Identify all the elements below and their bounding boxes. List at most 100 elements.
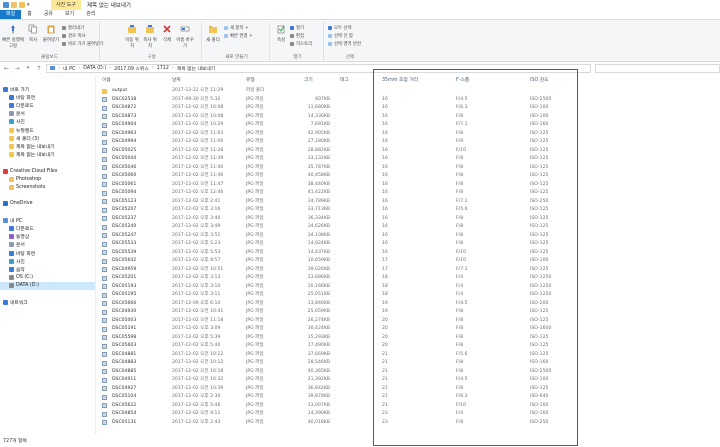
column-header-size[interactable]: 크기 [304, 76, 313, 84]
nav-item[interactable]: 동영상 [0, 233, 29, 241]
breadcrumb-item[interactable]: DATA (D:) [83, 66, 106, 71]
new-folder-icon[interactable] [19, 2, 25, 8]
paste-shortcut-button[interactable]: 바로 가기 붙여넣기 [62, 41, 103, 47]
forward-icon[interactable]: → [14, 65, 21, 72]
nav-item[interactable]: 음악 [0, 265, 25, 273]
cell-name: DSC05046 [112, 164, 137, 170]
cell-type: JPG 파일 [246, 241, 264, 246]
breadcrumb-separator-icon: › [151, 65, 154, 71]
select-none-button[interactable]: 선택 안 함 [328, 33, 353, 39]
breadcrumb-item[interactable]: 1712 [157, 66, 169, 71]
nav-item[interactable]: 바로 가기 [0, 85, 29, 93]
nav-item[interactable]: 뉴질랜드 [0, 126, 34, 134]
cell-name: DSC04885 [112, 368, 137, 374]
picture-icon [9, 119, 14, 125]
cell-date: 2017-12-02 오후 2:43 [172, 419, 221, 425]
jpg-file-icon [102, 105, 107, 111]
tab-manage[interactable]: 관리 [80, 10, 101, 19]
new-item-button[interactable]: 새 항목 ▾ [224, 25, 248, 31]
cell-type: JPG 파일 [246, 419, 264, 425]
jpg-file-icon [102, 394, 107, 400]
tab-share[interactable]: 공유 [38, 10, 59, 19]
nav-item[interactable]: 다운로드 [0, 101, 34, 109]
column-header-tags[interactable]: 태그 [340, 76, 349, 84]
up-icon[interactable]: ↑ [35, 65, 42, 72]
properties-button[interactable]: 속성 [274, 24, 288, 43]
tab-home[interactable]: 홈 [21, 10, 38, 19]
select-group-label: 선택 [345, 55, 355, 60]
cell-type: JPG 파일 [246, 224, 264, 229]
nav-item-label: Photoshop [16, 176, 42, 182]
breadcrumb-item[interactable]: 내 PC [63, 65, 75, 72]
pc-icon [50, 66, 56, 70]
breadcrumb-item[interactable]: 제목 없는 내보내기 [177, 65, 215, 72]
cell-date: 2017-12-02 오전 11:40 [172, 164, 224, 170]
history-button[interactable]: 히스토리 [290, 41, 312, 47]
nav-item[interactable]: 다운로드 [0, 224, 34, 232]
column-header-name[interactable]: 이름 [102, 76, 111, 84]
open-group: 속성 열기 편집 히스토리 열기 [272, 22, 324, 61]
new-item-icon [224, 26, 228, 30]
move-to-button[interactable]: 이동 위치 [124, 24, 140, 49]
cell-date: 2017-12-02 오전 11:03 [172, 130, 224, 136]
nav-item[interactable]: 제목 없는 내보내기 [0, 151, 54, 159]
cell-date: 2017-12-02 오전 10:51 [172, 266, 224, 272]
recent-locations-icon[interactable]: ▾ [25, 65, 32, 71]
jpg-file-icon [102, 420, 107, 425]
nav-item[interactable]: 사진 [0, 257, 25, 265]
open-group-label: 열기 [293, 55, 302, 60]
search-input[interactable] [595, 63, 720, 73]
cell-size: 24,789KB [307, 198, 330, 204]
column-header-date[interactable]: 날짜 [172, 76, 181, 84]
breadcrumb-item[interactable]: 2017.09 스위스 [114, 65, 149, 72]
cell-type: JPG 파일 [246, 173, 264, 178]
jpg-file-icon [102, 250, 107, 255]
cell-size: 26,274KB [307, 317, 330, 323]
nav-item-label: 다운로드 [16, 103, 34, 109]
nav-item[interactable]: OneDrive [0, 200, 33, 208]
nav-item[interactable]: 바탕 화면 [0, 93, 35, 101]
nav-item[interactable]: OS (C:) [0, 274, 33, 282]
nav-item[interactable]: Creative Cloud Files [0, 167, 57, 175]
nav-item[interactable]: 바탕 화면 [0, 249, 35, 257]
nav-item[interactable]: 네트워크 [0, 298, 28, 306]
tab-file[interactable]: 파일 [0, 10, 22, 19]
folder-icon [9, 127, 14, 133]
nav-item[interactable]: 문서 [0, 241, 25, 249]
cell-type: JPG 파일 [246, 394, 264, 399]
back-icon[interactable]: ← [3, 65, 10, 72]
rename-button[interactable]: 이름 바꾸기 [176, 24, 194, 49]
cell-name: DSC05191 [112, 326, 137, 331]
easy-access-button[interactable]: 빠른 연결 ▾ [224, 33, 252, 39]
pin-quick-access-button[interactable]: 빠른 실행에 고정 [2, 24, 24, 49]
nav-item[interactable]: 문서 [0, 110, 25, 118]
save-icon[interactable] [3, 2, 9, 8]
copy-to-button[interactable]: 복사 위치 [142, 24, 158, 49]
cell-name: DSC04873 [112, 113, 137, 119]
select-all-button[interactable]: 모두 선택 [328, 25, 352, 31]
nav-item[interactable]: Screenshots [0, 183, 45, 191]
cell-size [294, 87, 330, 95]
copy-button[interactable]: 복사 [26, 24, 40, 43]
nav-item[interactable]: 사진 [0, 118, 25, 126]
copy-path-button[interactable]: 경로 복사 [62, 33, 86, 39]
chevron-down-icon[interactable]: ▾ [27, 2, 31, 8]
select-group: 모두 선택 선택 안 함 선택 영역 반전 선택 [326, 22, 374, 61]
cut-button[interactable]: 잘라내기 [62, 25, 84, 31]
paste-button[interactable]: 붙여넣기 [42, 24, 60, 43]
nav-item-label: 뉴질랜드 [16, 128, 34, 134]
nav-item[interactable]: DATA (D:) [0, 281, 95, 290]
new-folder-button[interactable]: 새 폴더 [206, 24, 220, 43]
nav-item[interactable]: 내 PC [0, 216, 22, 224]
open-button[interactable]: 열기 [290, 25, 304, 31]
nav-item[interactable]: 제목 없는 내보내기 [0, 142, 54, 150]
invert-selection-button[interactable]: 선택 영역 반전 [328, 41, 361, 47]
edit-button[interactable]: 편집 [290, 33, 304, 39]
nav-item[interactable]: Photoshop [0, 175, 41, 183]
column-header-type[interactable]: 유형 [246, 76, 255, 84]
delete-button[interactable]: 삭제 [160, 24, 174, 43]
shortcut-icon [62, 42, 66, 46]
nav-item[interactable]: 새 폴더 (3) [0, 134, 39, 142]
properties-icon[interactable] [11, 2, 17, 8]
tab-view[interactable]: 보기 [59, 10, 80, 19]
